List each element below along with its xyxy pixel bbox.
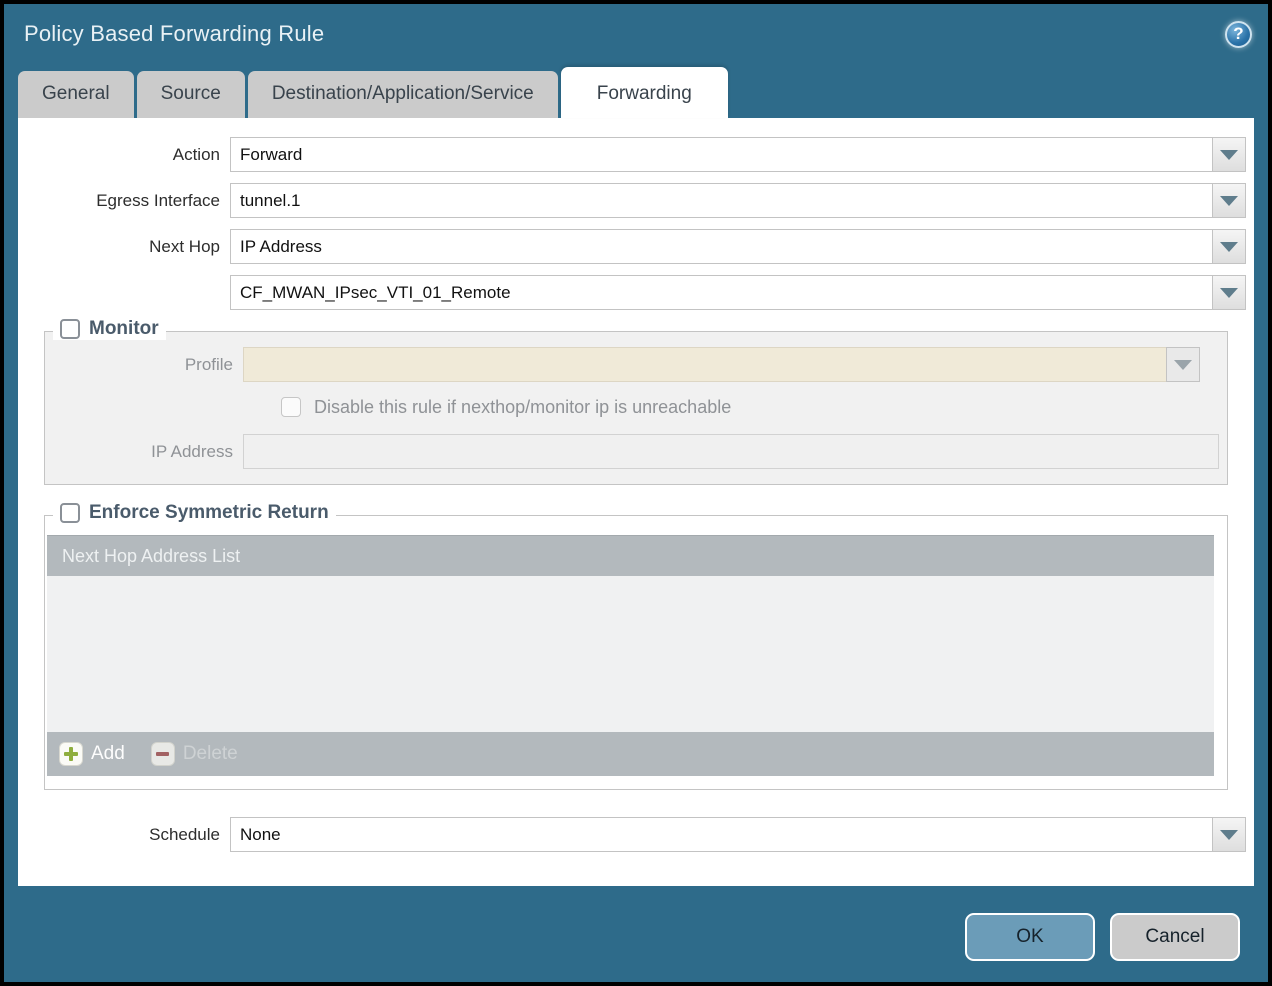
tab-forwarding[interactable]: Forwarding: [561, 67, 728, 118]
profile-input: [243, 347, 1166, 382]
next-hop-address-list-body[interactable]: [47, 576, 1214, 732]
enforce-symmetric-return-checkbox[interactable]: [60, 503, 80, 523]
enforce-symmetric-return-title: Enforce Symmetric Return: [89, 502, 329, 524]
chevron-down-icon: [1220, 242, 1238, 252]
monitor-ip-address-input: [243, 434, 1219, 469]
profile-row: Profile: [45, 347, 1227, 382]
tab-source[interactable]: Source: [137, 71, 245, 118]
next-hop-address-input[interactable]: [230, 275, 1212, 310]
tab-general[interactable]: General: [18, 71, 134, 118]
schedule-dropdown-button[interactable]: [1212, 817, 1246, 852]
schedule-label: Schedule: [18, 825, 230, 845]
disable-rule-row: Disable this rule if nexthop/monitor ip …: [281, 394, 1227, 420]
ok-button[interactable]: OK: [965, 913, 1095, 961]
action-row: Action: [18, 137, 1246, 172]
egress-interface-input[interactable]: [230, 183, 1212, 218]
next-hop-type-input[interactable]: [230, 229, 1212, 264]
chevron-down-icon: [1220, 150, 1238, 160]
profile-dropdown-button: [1166, 347, 1200, 382]
enforce-symmetric-return-fieldset: Enforce Symmetric Return Next Hop Addres…: [44, 515, 1228, 790]
help-icon[interactable]: ?: [1225, 21, 1252, 48]
next-hop-address-list-header: Next Hop Address List: [47, 535, 1214, 576]
chevron-down-icon: [1220, 196, 1238, 206]
next-hop-label: Next Hop: [18, 237, 230, 257]
delete-icon: [151, 742, 175, 766]
chevron-down-icon: [1220, 830, 1238, 840]
add-icon: [59, 742, 83, 766]
monitor-legend: Monitor: [53, 318, 166, 340]
disable-rule-checkbox: [281, 397, 301, 417]
enforce-symmetric-return-legend: Enforce Symmetric Return: [53, 502, 336, 524]
monitor-fieldset: Monitor Profile Disable this rule if nex…: [44, 331, 1228, 485]
next-hop-address-row: [18, 275, 1246, 310]
next-hop-address-list-toolbar: Add Delete: [47, 732, 1214, 776]
disable-rule-label: Disable this rule if nexthop/monitor ip …: [314, 397, 731, 418]
monitor-ip-address-row: IP Address: [45, 434, 1227, 469]
dialog-title: Policy Based Forwarding Rule: [24, 21, 324, 47]
dialog-footer: OK Cancel: [4, 886, 1268, 961]
monitor-checkbox[interactable]: [60, 319, 80, 339]
egress-interface-dropdown-button[interactable]: [1212, 183, 1246, 218]
tab-destination-application-service[interactable]: Destination/Application/Service: [248, 71, 558, 118]
dialog-titlebar: Policy Based Forwarding Rule ?: [4, 4, 1268, 64]
egress-interface-row: Egress Interface: [18, 183, 1246, 218]
profile-label: Profile: [45, 355, 243, 375]
schedule-row: Schedule: [18, 817, 1246, 852]
monitor-title: Monitor: [89, 318, 159, 340]
egress-interface-label: Egress Interface: [18, 191, 230, 211]
forwarding-tab-panel: Action Egress Interface Next Hop: [18, 118, 1254, 886]
monitor-ip-address-label: IP Address: [45, 442, 243, 462]
add-button[interactable]: Add: [59, 742, 125, 766]
next-hop-dropdown-button[interactable]: [1212, 229, 1246, 264]
next-hop-address-table: Next Hop Address List Add Delete: [47, 535, 1214, 776]
chevron-down-icon: [1220, 288, 1238, 298]
action-input[interactable]: [230, 137, 1212, 172]
action-dropdown-button[interactable]: [1212, 137, 1246, 172]
next-hop-row: Next Hop: [18, 229, 1246, 264]
action-label: Action: [18, 145, 230, 165]
cancel-button[interactable]: Cancel: [1110, 913, 1240, 961]
tab-bar: General Source Destination/Application/S…: [18, 64, 1254, 118]
next-hop-address-dropdown-button[interactable]: [1212, 275, 1246, 310]
monitor-body: Profile Disable this rule if nexthop/mon…: [45, 332, 1227, 484]
chevron-down-icon: [1174, 360, 1192, 370]
delete-button: Delete: [151, 742, 238, 766]
enforce-symmetric-return-body: Next Hop Address List Add Delete: [45, 516, 1227, 789]
schedule-input[interactable]: [230, 817, 1212, 852]
